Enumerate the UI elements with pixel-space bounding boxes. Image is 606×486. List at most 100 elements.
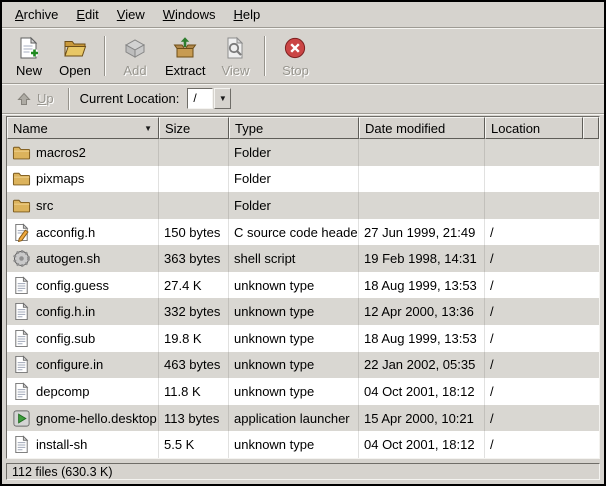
file-location: / — [485, 298, 599, 325]
view-file-icon — [223, 36, 247, 60]
file-date-modified: 22 Jan 2002, 05:35 — [359, 352, 485, 379]
column-header-location[interactable]: Location — [485, 117, 583, 139]
file-icon — [12, 435, 31, 454]
view-button: View — [212, 32, 258, 80]
up-button: Up — [8, 88, 62, 110]
file-location: / — [485, 431, 599, 458]
file-size: 19.8 K — [159, 325, 229, 352]
file-date-modified: 27 Jun 1999, 21:49 — [359, 219, 485, 246]
new-button[interactable]: New — [6, 32, 52, 80]
file-icon — [12, 329, 31, 348]
table-row[interactable]: autogen.sh 363 bytes shell script 19 Feb… — [7, 245, 599, 272]
column-header-name[interactable]: Name ▼ — [7, 117, 159, 139]
table-row[interactable]: macros2 Folder — [7, 139, 599, 166]
column-header-size[interactable]: Size — [159, 117, 229, 139]
file-type: shell script — [229, 245, 359, 272]
table-row[interactable]: install-sh 5.5 K unknown type 04 Oct 200… — [7, 431, 599, 458]
file-type: unknown type — [229, 378, 359, 405]
file-type: unknown type — [229, 431, 359, 458]
file-type: unknown type — [229, 325, 359, 352]
file-location: / — [485, 405, 599, 432]
table-row[interactable]: config.sub 19.8 K unknown type 18 Aug 19… — [7, 325, 599, 352]
file-type: Folder — [229, 166, 359, 193]
menu-help[interactable]: Help — [224, 3, 269, 26]
file-location: / — [485, 272, 599, 299]
location-bar-separator — [68, 88, 70, 110]
stop-button: Stop — [272, 32, 318, 80]
location-combo-value[interactable]: / — [187, 88, 213, 109]
file-name: macros2 — [36, 145, 86, 160]
table-row[interactable]: acconfig.h 150 bytes C source code heade… — [7, 219, 599, 246]
extract-button-label: Extract — [165, 63, 205, 78]
column-header-date-modified[interactable]: Date modified — [359, 117, 485, 139]
extract-button[interactable]: Extract — [158, 32, 212, 80]
new-button-label: New — [16, 63, 42, 78]
file-name: configure.in — [36, 357, 103, 372]
column-header-type-label: Type — [235, 121, 263, 136]
table-row[interactable]: gnome-hello.desktop 113 bytes applicatio… — [7, 405, 599, 432]
table-row[interactable]: depcomp 11.8 K unknown type 04 Oct 2001,… — [7, 378, 599, 405]
file-name: pixmaps — [36, 171, 84, 186]
source-header-icon — [12, 223, 31, 242]
add-files-icon — [123, 36, 147, 60]
file-date-modified: 04 Oct 2001, 18:12 — [359, 431, 485, 458]
file-size: 11.8 K — [159, 378, 229, 405]
column-header-location-label: Location — [491, 121, 540, 136]
column-header-name-label: Name — [13, 121, 48, 136]
file-type: C source code header — [229, 219, 359, 246]
file-size — [159, 139, 229, 166]
file-list: Name ▼ Size Type Date modified Location … — [6, 116, 600, 459]
file-location: / — [485, 245, 599, 272]
status-bar: 112 files (630.3 K) — [2, 461, 604, 484]
open-folder-icon — [63, 36, 87, 60]
toolbar-separator — [104, 36, 106, 76]
file-date-modified — [359, 139, 485, 166]
menu-edit[interactable]: Edit — [67, 3, 107, 26]
column-header-type[interactable]: Type — [229, 117, 359, 139]
stop-button-label: Stop — [282, 63, 309, 78]
sort-indicator-icon[interactable]: ▼ — [143, 124, 153, 133]
file-type: Folder — [229, 192, 359, 219]
file-location: / — [485, 325, 599, 352]
file-type: unknown type — [229, 352, 359, 379]
menu-view[interactable]: View — [108, 3, 154, 26]
current-location-label: Current Location: — [80, 91, 180, 106]
location-combo: / ▼ — [187, 88, 231, 109]
file-date-modified: 12 Apr 2000, 13:36 — [359, 298, 485, 325]
up-button-label: Up — [37, 91, 54, 106]
table-header: Name ▼ Size Type Date modified Location — [7, 117, 599, 139]
add-button-label: Add — [123, 63, 146, 78]
file-size: 332 bytes — [159, 298, 229, 325]
toolbar: New Open Add Extract View Stop — [2, 28, 604, 84]
file-size — [159, 192, 229, 219]
open-button[interactable]: Open — [52, 32, 98, 80]
file-location: / — [485, 352, 599, 379]
file-location: / — [485, 219, 599, 246]
file-size: 363 bytes — [159, 245, 229, 272]
table-row[interactable]: config.h.in 332 bytes unknown type 12 Ap… — [7, 298, 599, 325]
file-type: Folder — [229, 139, 359, 166]
table-row[interactable]: pixmaps Folder — [7, 166, 599, 193]
file-name: config.guess — [36, 278, 109, 293]
chevron-down-icon: ▼ — [219, 95, 227, 103]
location-combo-dropdown-button[interactable]: ▼ — [214, 88, 231, 109]
up-arrow-icon — [16, 91, 32, 107]
file-date-modified — [359, 192, 485, 219]
script-icon — [12, 249, 31, 268]
menu-bar: Archive Edit View Windows Help — [2, 2, 604, 28]
file-date-modified: 04 Oct 2001, 18:12 — [359, 378, 485, 405]
menu-windows[interactable]: Windows — [154, 3, 225, 26]
table-body: macros2 Folder pixmaps Folder src Folder… — [7, 139, 599, 458]
menu-archive[interactable]: Archive — [6, 3, 67, 26]
table-row[interactable]: configure.in 463 bytes unknown type 22 J… — [7, 352, 599, 379]
table-row[interactable]: src Folder — [7, 192, 599, 219]
file-size: 113 bytes — [159, 405, 229, 432]
stop-icon — [283, 36, 307, 60]
extract-icon — [173, 36, 197, 60]
file-name: config.h.in — [36, 304, 95, 319]
table-row[interactable]: config.guess 27.4 K unknown type 18 Aug … — [7, 272, 599, 299]
archive-manager-window: Archive Edit View Windows Help New Open … — [0, 0, 606, 486]
file-date-modified: 15 Apr 2000, 10:21 — [359, 405, 485, 432]
new-archive-icon — [17, 36, 41, 60]
view-button-label: View — [221, 63, 249, 78]
